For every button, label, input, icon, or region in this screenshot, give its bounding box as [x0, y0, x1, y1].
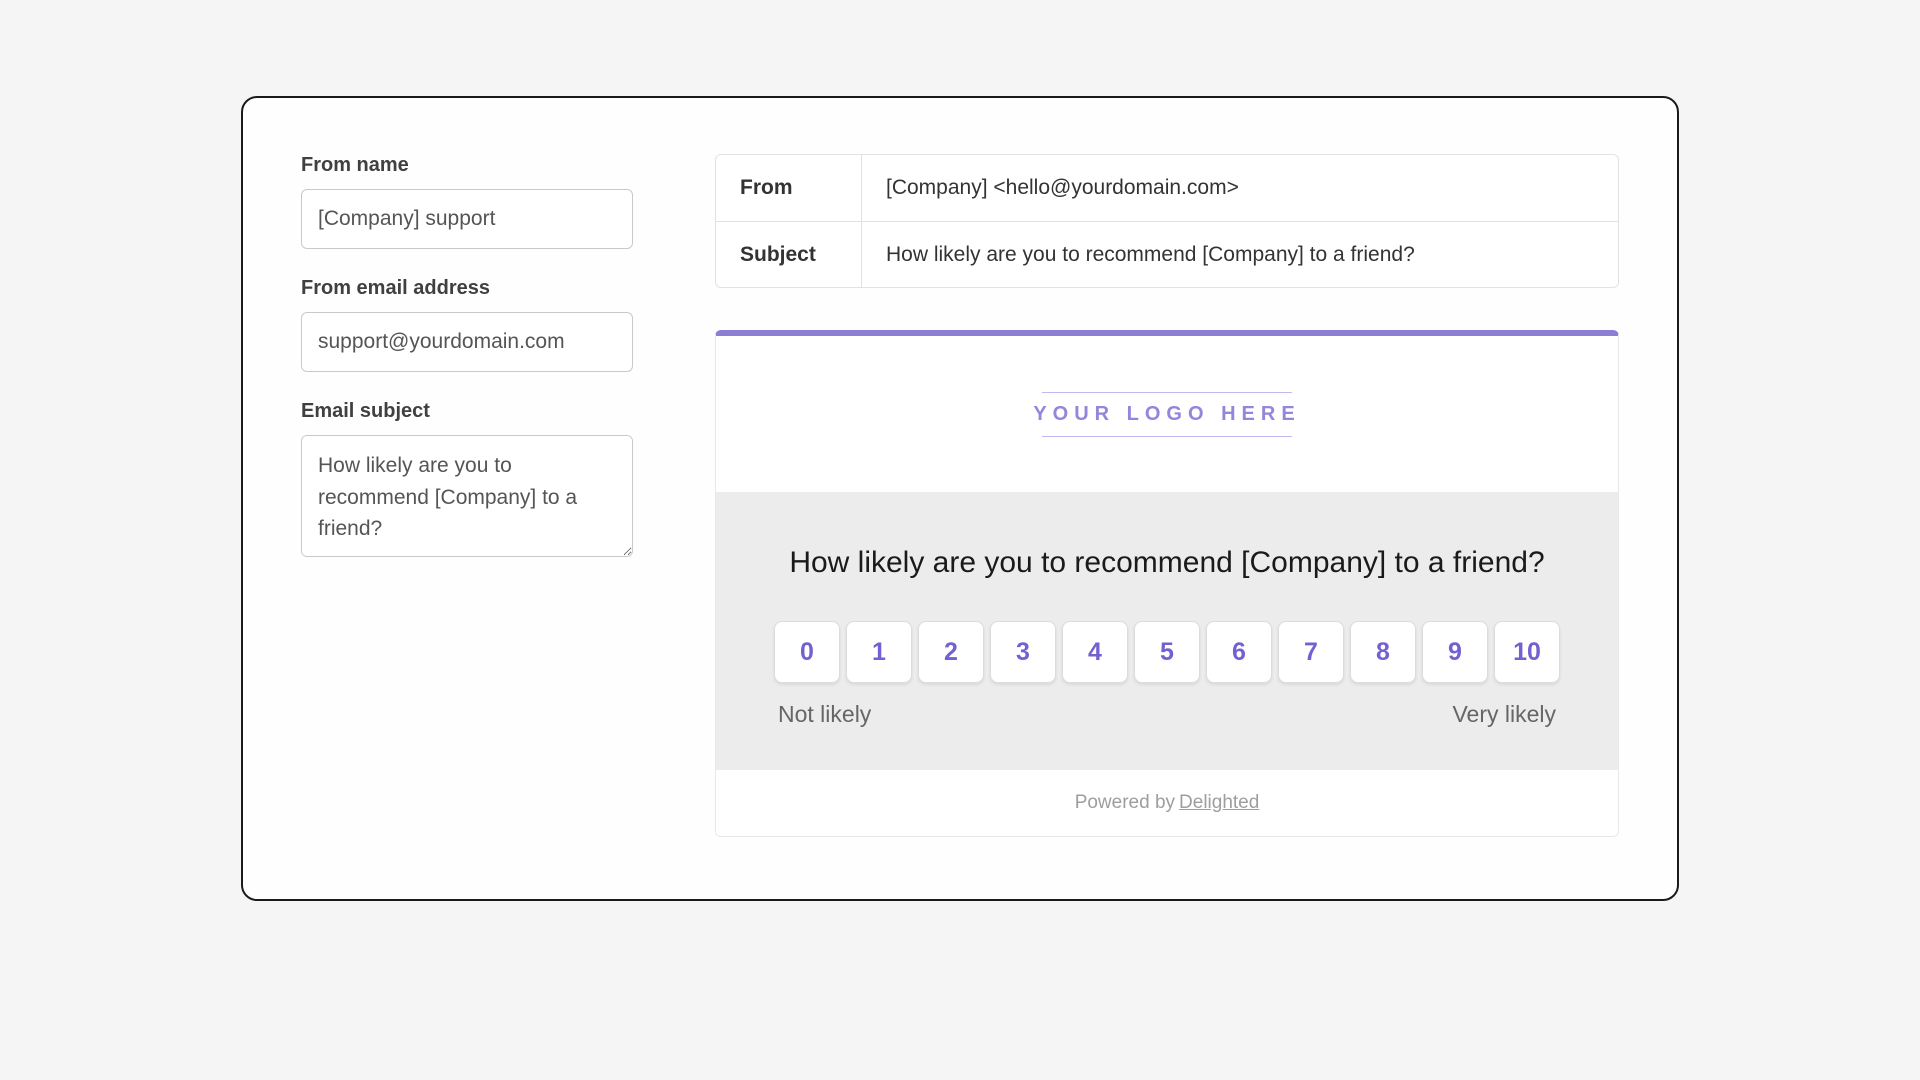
footer-brand-link[interactable]: Delighted	[1179, 792, 1259, 814]
logo-line-top	[1042, 392, 1292, 393]
footer-prefix: Powered by	[1075, 792, 1175, 814]
scale-labels: Not likely Very likely	[774, 701, 1560, 728]
preview-panel: From [Company] <hello@yourdomain.com> Su…	[715, 154, 1619, 837]
score-button-5[interactable]: 5	[1134, 621, 1200, 683]
nps-score-row: 0 1 2 3 4 5 6 7 8 9 10	[774, 621, 1560, 683]
score-button-9[interactable]: 9	[1422, 621, 1488, 683]
logo-placeholder-zone: YOUR LOGO HERE	[716, 336, 1618, 492]
from-email-label: From email address	[301, 277, 633, 300]
subject-textarea[interactable]	[301, 435, 633, 557]
score-button-4[interactable]: 4	[1062, 621, 1128, 683]
from-name-group: From name	[301, 154, 633, 249]
from-name-label: From name	[301, 154, 633, 177]
score-button-3[interactable]: 3	[990, 621, 1056, 683]
from-email-input[interactable]	[301, 312, 633, 372]
from-name-input[interactable]	[301, 189, 633, 249]
score-button-10[interactable]: 10	[1494, 621, 1560, 683]
score-button-0[interactable]: 0	[774, 621, 840, 683]
survey-footer: Powered by Delighted	[716, 770, 1618, 836]
header-from-value: [Company] <hello@yourdomain.com>	[862, 176, 1239, 200]
form-panel: From name From email address Email subje…	[301, 154, 633, 837]
score-button-7[interactable]: 7	[1278, 621, 1344, 683]
header-row-subject: Subject How likely are you to recommend …	[716, 221, 1618, 287]
logo-placeholder-text: YOUR LOGO HERE	[1033, 403, 1300, 426]
logo-line-bottom	[1042, 436, 1292, 437]
email-headers-table: From [Company] <hello@yourdomain.com> Su…	[715, 154, 1619, 288]
from-email-group: From email address	[301, 277, 633, 372]
survey-question: How likely are you to recommend [Company…	[774, 540, 1560, 585]
score-button-1[interactable]: 1	[846, 621, 912, 683]
header-from-key: From	[716, 155, 862, 221]
subject-label: Email subject	[301, 400, 633, 423]
survey-body: How likely are you to recommend [Company…	[716, 492, 1618, 770]
survey-preview: YOUR LOGO HERE How likely are you to rec…	[715, 330, 1619, 837]
score-button-8[interactable]: 8	[1350, 621, 1416, 683]
header-row-from: From [Company] <hello@yourdomain.com>	[716, 155, 1618, 221]
scale-high-label: Very likely	[1452, 701, 1556, 728]
score-button-6[interactable]: 6	[1206, 621, 1272, 683]
header-subject-value: How likely are you to recommend [Company…	[862, 243, 1415, 267]
scale-low-label: Not likely	[778, 701, 871, 728]
header-subject-key: Subject	[716, 222, 862, 287]
score-button-2[interactable]: 2	[918, 621, 984, 683]
editor-card: From name From email address Email subje…	[241, 96, 1679, 901]
subject-group: Email subject	[301, 400, 633, 557]
